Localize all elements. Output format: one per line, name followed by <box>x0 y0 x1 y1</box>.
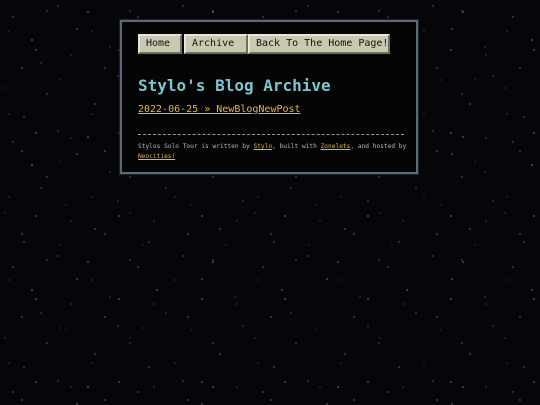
footer-text: Stylos Solo Tour is written by Stylo, bu… <box>138 142 408 162</box>
footer-suffix: , and hosted by <box>350 143 407 150</box>
zonelets-link[interactable]: Zonelets <box>321 143 351 150</box>
page-title: Stylo's Blog Archive <box>138 76 331 95</box>
footer-middle: , built with <box>272 143 321 150</box>
nav-home-button[interactable]: Home <box>138 34 182 54</box>
nav-back-home-button[interactable]: Back To The Home Page! <box>248 34 390 54</box>
nav-archive-button[interactable]: Archive <box>184 34 248 54</box>
neocities-link[interactable]: Neocities! <box>138 153 175 160</box>
author-link[interactable]: Stylo <box>253 143 272 150</box>
footer-divider <box>138 134 404 135</box>
blog-container: Home Archive Back To The Home Page! Styl… <box>120 20 418 174</box>
footer-prefix: Stylos Solo Tour is written by <box>138 143 254 150</box>
archive-entry-link[interactable]: 2022-06-25 » NewBlogNewPost <box>138 104 301 115</box>
